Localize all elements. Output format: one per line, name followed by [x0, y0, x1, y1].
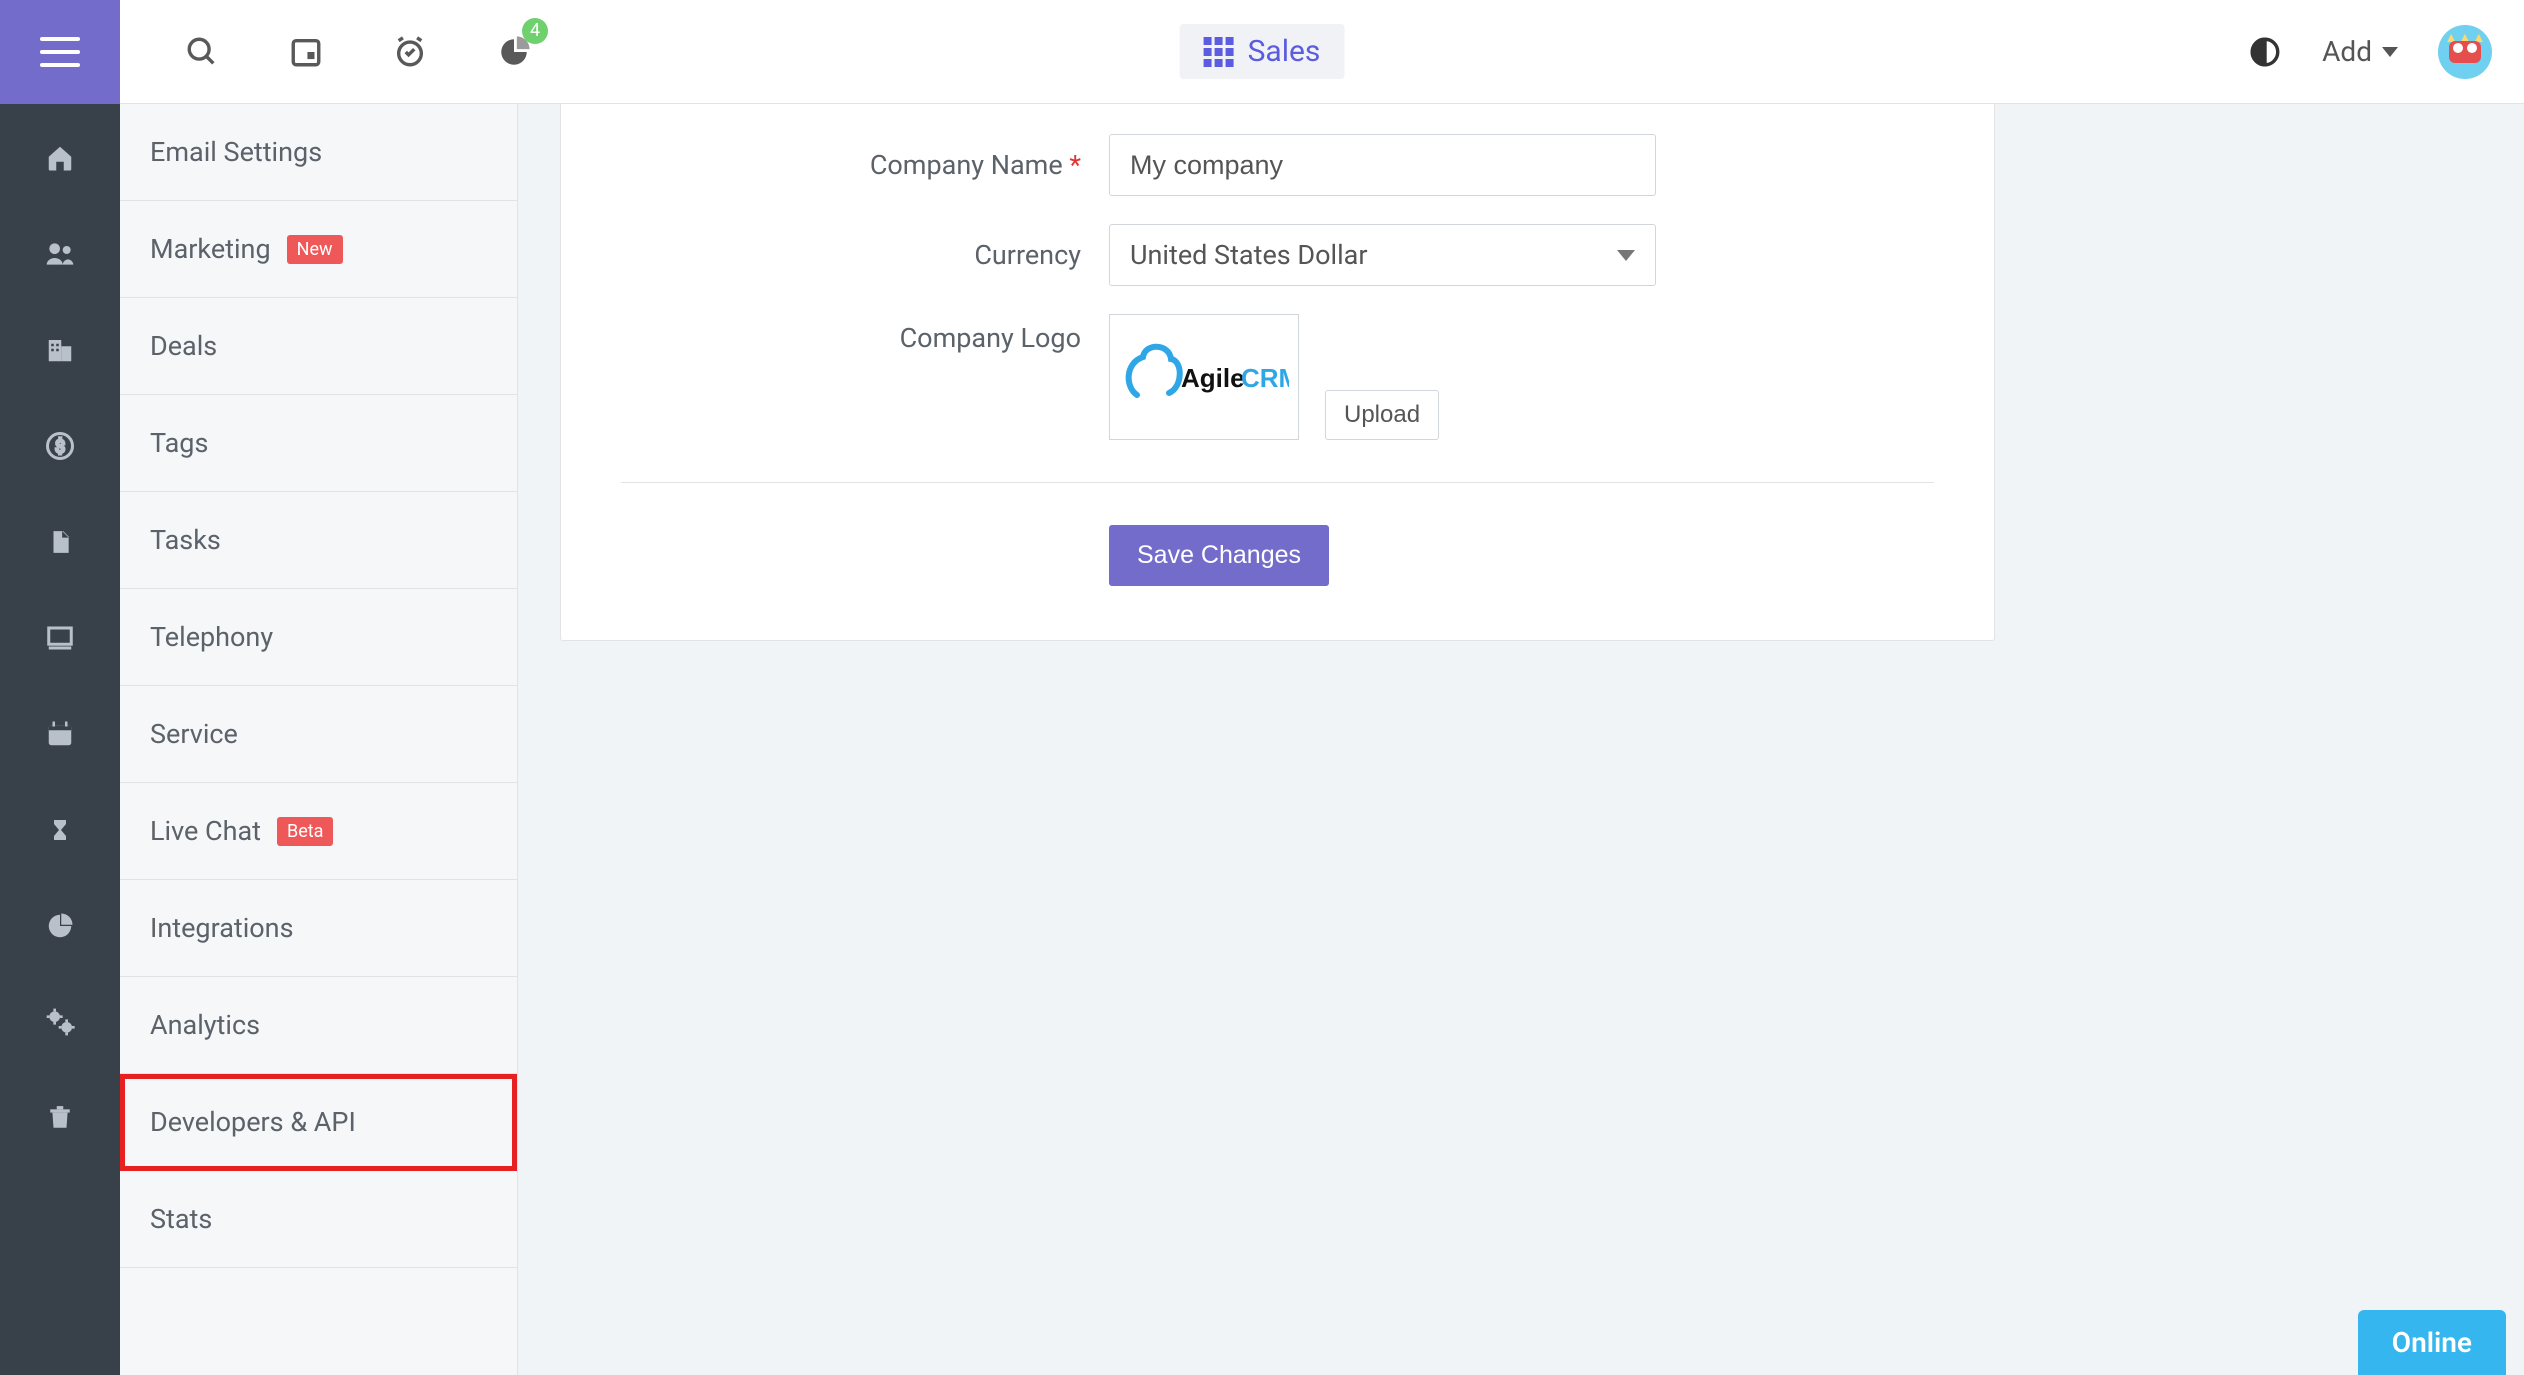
sidebar-item-service[interactable]: Service: [120, 686, 517, 783]
menu-toggle[interactable]: [0, 0, 120, 104]
rail-companies-icon[interactable]: [42, 332, 78, 368]
rail-contacts-icon[interactable]: [42, 236, 78, 272]
rail-settings-icon[interactable]: [42, 1004, 78, 1040]
currency-select[interactable]: United States Dollar: [1109, 224, 1656, 286]
rail-deals-icon[interactable]: $: [42, 428, 78, 464]
sidebar-item-email-settings[interactable]: Email Settings: [120, 104, 517, 201]
sidebar-item-marketing[interactable]: Marketing New: [120, 201, 517, 298]
calendar-event-icon[interactable]: [284, 30, 328, 74]
sidebar-item-stats[interactable]: Stats: [120, 1171, 517, 1268]
sidebar-item-label: Developers & API: [150, 1106, 356, 1138]
rail-trash-icon[interactable]: [42, 1100, 78, 1136]
sidebar-item-label: Live Chat: [150, 815, 261, 847]
hamburger-icon: [40, 37, 80, 67]
company-logo: Agile CRM: [1109, 314, 1299, 440]
svg-text:$: $: [55, 436, 65, 457]
rail-calendar-icon[interactable]: [42, 716, 78, 752]
search-icon[interactable]: [180, 30, 224, 74]
sidebar-item-deals[interactable]: Deals: [120, 298, 517, 395]
sidebar-item-integrations[interactable]: Integrations: [120, 880, 517, 977]
rail-home-icon[interactable]: [42, 140, 78, 176]
upload-button[interactable]: Upload: [1325, 390, 1439, 440]
sidebar-item-label: Integrations: [150, 912, 294, 944]
label-logo: Company Logo: [621, 314, 1081, 354]
sidebar-item-analytics[interactable]: Analytics: [120, 977, 517, 1074]
rail-reports-icon[interactable]: [42, 908, 78, 944]
rail-docs-icon[interactable]: [42, 524, 78, 560]
sidebar-item-tasks[interactable]: Tasks: [120, 492, 517, 589]
tag-beta: Beta: [277, 817, 333, 846]
avatar[interactable]: ▲▲▲: [2438, 25, 2492, 79]
sidebar-item-label: Tasks: [150, 524, 221, 556]
online-chip[interactable]: Online: [2358, 1310, 2506, 1375]
body: $ Email Settings Marketing New Deals Tags Tas…: [0, 104, 2524, 1375]
sidebar-item-label: Telephony: [150, 621, 273, 653]
row-logo: Company Logo Agile CRM Upload: [561, 300, 1994, 454]
row-company-name: Company Name *: [561, 104, 1994, 210]
rail-desk-icon[interactable]: [42, 620, 78, 656]
sidebar-item-label: Analytics: [150, 1009, 260, 1041]
stats-icon[interactable]: 4: [492, 30, 536, 74]
add-label: Add: [2322, 35, 2372, 68]
chevron-down-icon: [2382, 47, 2398, 57]
svg-text:Agile: Agile: [1181, 363, 1245, 393]
main-content: Company Name * Currency United States Do…: [518, 104, 2524, 1375]
svg-text:CRM: CRM: [1241, 363, 1289, 393]
sidebar-item-label: Deals: [150, 330, 217, 362]
sidebar-item-tags[interactable]: Tags: [120, 395, 517, 492]
sidebar-item-live-chat[interactable]: Live Chat Beta: [120, 783, 517, 880]
module-switcher[interactable]: Sales: [1180, 24, 1345, 79]
theme-toggle-icon[interactable]: [2248, 35, 2282, 69]
module-label: Sales: [1248, 34, 1321, 69]
top-icons: 4: [120, 30, 536, 74]
settings-sidebar: Email Settings Marketing New Deals Tags Tasks…: [120, 104, 518, 1375]
tag-new: New: [287, 235, 343, 264]
topbar: 4 Sales Add ▲▲▲: [0, 0, 2524, 104]
icon-rail: $: [0, 104, 120, 1375]
sidebar-item-label: Service: [150, 718, 238, 750]
alarm-icon[interactable]: [388, 30, 432, 74]
rail-hourglass-icon[interactable]: [42, 812, 78, 848]
sidebar-item-label: Marketing: [150, 233, 271, 265]
label-currency: Currency: [621, 239, 1081, 271]
sidebar-item-label: Tags: [150, 427, 208, 459]
row-currency: Currency United States Dollar: [561, 210, 1994, 300]
label-company-name: Company Name *: [621, 149, 1081, 181]
add-dropdown[interactable]: Add: [2322, 35, 2398, 68]
grid-icon: [1204, 37, 1234, 67]
sidebar-item-label: Email Settings: [150, 136, 322, 168]
sidebar-item-label: Stats: [150, 1203, 212, 1235]
divider: [621, 482, 1934, 483]
top-right: Add ▲▲▲: [2248, 25, 2524, 79]
chevron-down-icon: [1617, 250, 1635, 261]
sidebar-item-developers-api[interactable]: Developers & API: [120, 1074, 517, 1171]
settings-card: Company Name * Currency United States Do…: [560, 104, 1995, 641]
sidebar-item-telephony[interactable]: Telephony: [120, 589, 517, 686]
save-button[interactable]: Save Changes: [1109, 525, 1329, 586]
company-name-input[interactable]: [1109, 134, 1656, 196]
row-save: Save Changes: [561, 511, 1994, 600]
currency-value: United States Dollar: [1130, 239, 1367, 271]
notification-badge: 4: [522, 18, 548, 44]
